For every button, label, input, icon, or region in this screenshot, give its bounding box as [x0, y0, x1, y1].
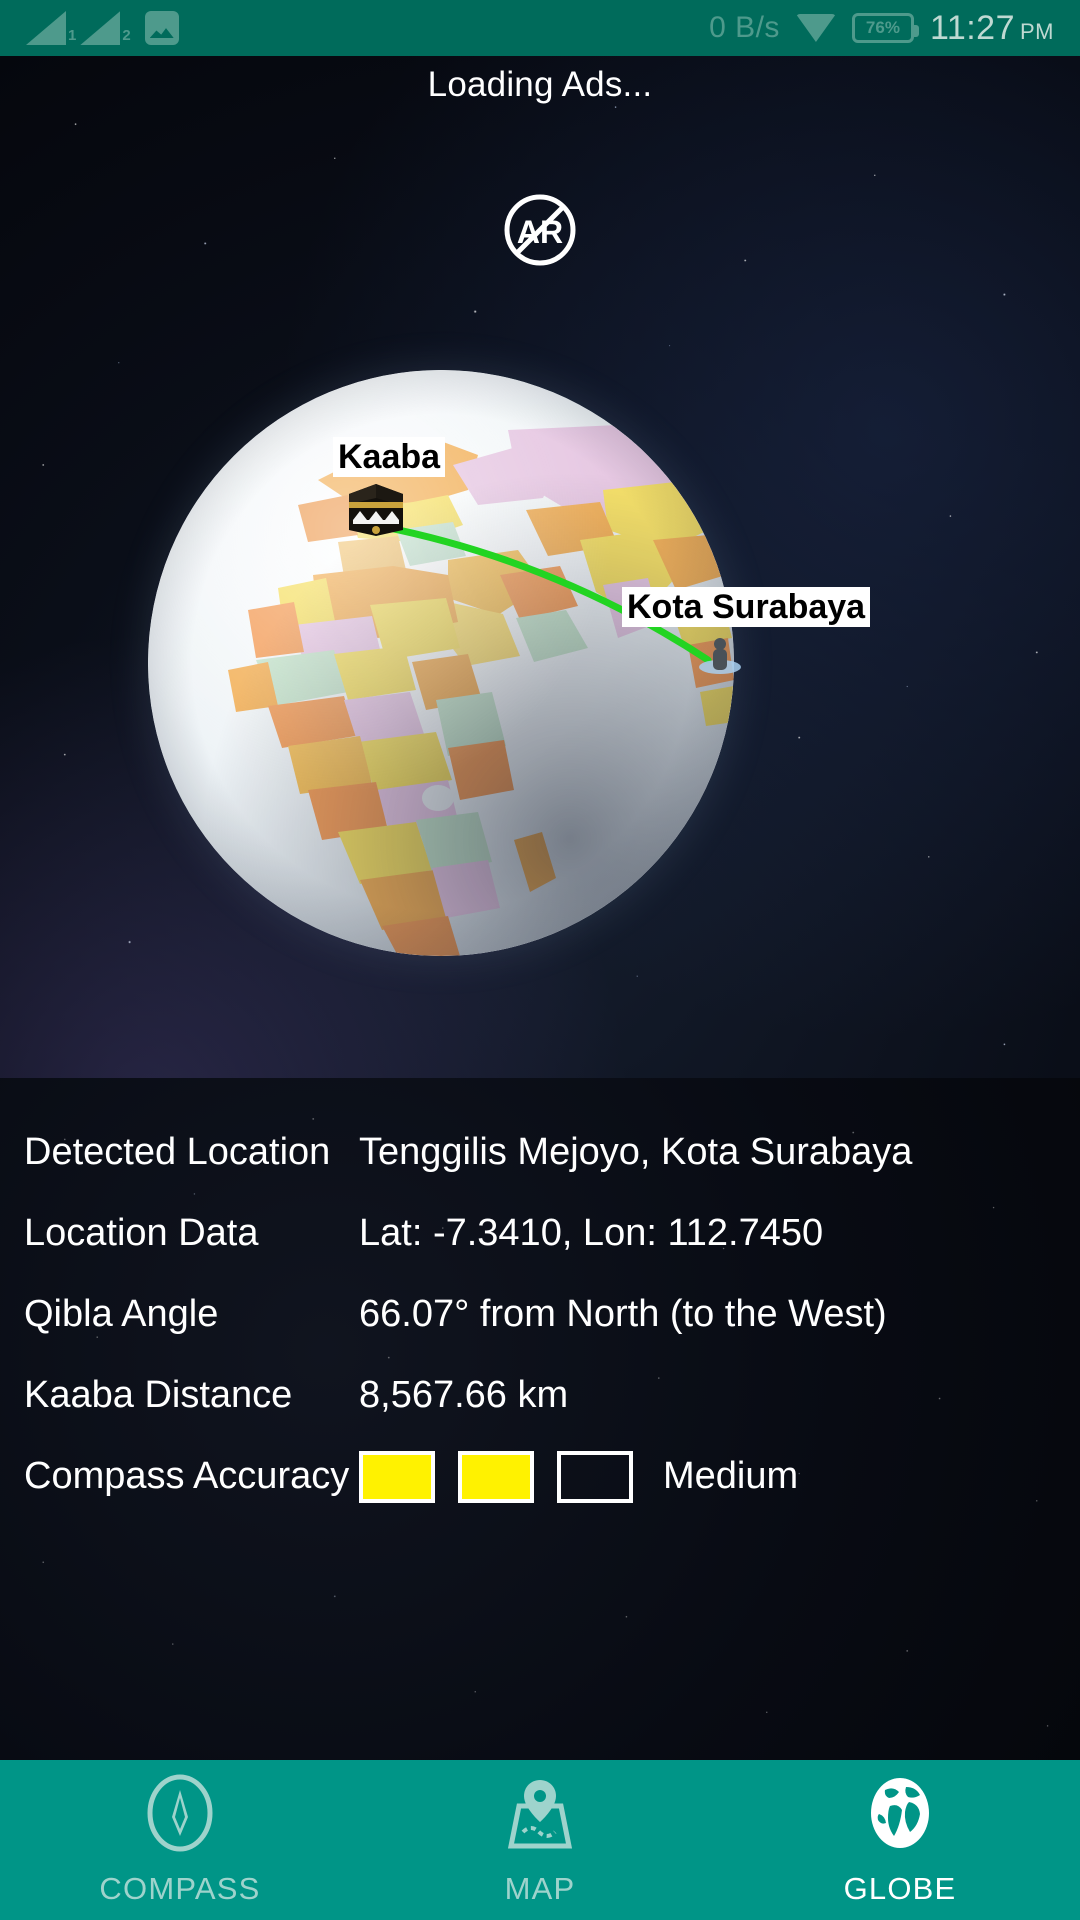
info-label: Location Data	[24, 1212, 259, 1254]
map-pin-icon	[503, 1774, 577, 1857]
info-row-location-data: Location Data Lat: -7.3410, Lon: 112.745…	[24, 1193, 1056, 1274]
kaaba-cube-icon	[345, 480, 407, 538]
tab-map-label: MAP	[504, 1870, 576, 1906]
tab-globe[interactable]: GLOBE	[720, 1760, 1080, 1920]
battery-percent-text: 76%	[865, 18, 900, 37]
info-label: Compass Accuracy	[24, 1455, 350, 1497]
info-panel: Detected Location Tenggilis Mejoyo, Kota…	[0, 1078, 1080, 1760]
info-row-qibla-angle: Qibla Angle 66.07° from North (to the We…	[24, 1274, 1056, 1355]
signal-bars-sim1-icon: 1	[26, 11, 76, 45]
info-value: Lat: -7.3410, Lon: 112.7450	[359, 1212, 824, 1254]
accuracy-box-1	[359, 1450, 435, 1503]
tab-compass-label: COMPASS	[99, 1870, 261, 1906]
clock-time: 11:27	[929, 8, 1015, 47]
signal-bars-sim2-icon: 2	[80, 11, 131, 45]
user-location-label: Kota Surabaya	[622, 587, 871, 628]
clock-period: PM	[1020, 18, 1054, 44]
sim1-number: 1	[68, 27, 77, 44]
info-label: Qibla Angle	[24, 1293, 219, 1335]
sim2-number: 2	[122, 27, 131, 44]
compass-accuracy-meter	[359, 1450, 633, 1503]
info-value: Tenggilis Mejoyo, Kota Surabaya	[359, 1131, 913, 1173]
info-row-compass-accuracy: Compass Accuracy Medium	[24, 1436, 1056, 1517]
ad-banner-text: Loading Ads...	[427, 65, 653, 104]
status-bar-left-icons: 1 2	[26, 11, 179, 45]
info-value: 66.07° from North (to the West)	[359, 1293, 887, 1335]
person-pin-icon	[697, 634, 743, 674]
battery-icon: 76%	[851, 13, 919, 43]
compass-accuracy-value: Medium	[663, 1455, 799, 1497]
info-label: Kaaba Distance	[24, 1374, 293, 1416]
bottom-navigation-bar: COMPASS MAP GLOBE	[0, 1760, 1080, 1920]
status-bar: 1 2 0 B/s 76% 11:27 PM	[0, 0, 1080, 56]
clock: 11:27 PM	[930, 9, 1054, 48]
tab-globe-label: GLOBE	[843, 1870, 957, 1906]
signal-bars-sim2-glyph	[80, 11, 121, 45]
signal-bars-sim1-glyph	[26, 11, 66, 45]
network-speed-text: 0 B/s	[709, 11, 780, 44]
qibla-globe-screen: 1 2 0 B/s 76% 11:27 PM Loading Ads... Ka…	[0, 0, 1080, 1920]
globe-icon	[865, 1774, 935, 1857]
status-bar-right-icons: 0 B/s 76% 11:27 PM	[709, 9, 1054, 48]
tab-map[interactable]: MAP	[360, 1760, 720, 1920]
info-value: 8,567.66 km	[359, 1374, 569, 1416]
ar-disabled-icon[interactable]: AR	[495, 185, 585, 275]
compass-icon	[145, 1774, 215, 1857]
wifi-icon	[795, 14, 836, 42]
info-row-kaaba-distance: Kaaba Distance 8,567.66 km	[24, 1355, 1056, 1436]
photo-icon	[144, 11, 179, 45]
ad-banner: Loading Ads...	[0, 56, 1080, 114]
tab-compass[interactable]: COMPASS	[0, 1760, 360, 1920]
info-label: Detected Location	[24, 1131, 331, 1173]
info-row-detected-location: Detected Location Tenggilis Mejoyo, Kota…	[24, 1112, 1056, 1193]
kaaba-label: Kaaba	[333, 437, 446, 478]
accuracy-box-2	[458, 1450, 534, 1503]
accuracy-box-3	[557, 1450, 633, 1503]
